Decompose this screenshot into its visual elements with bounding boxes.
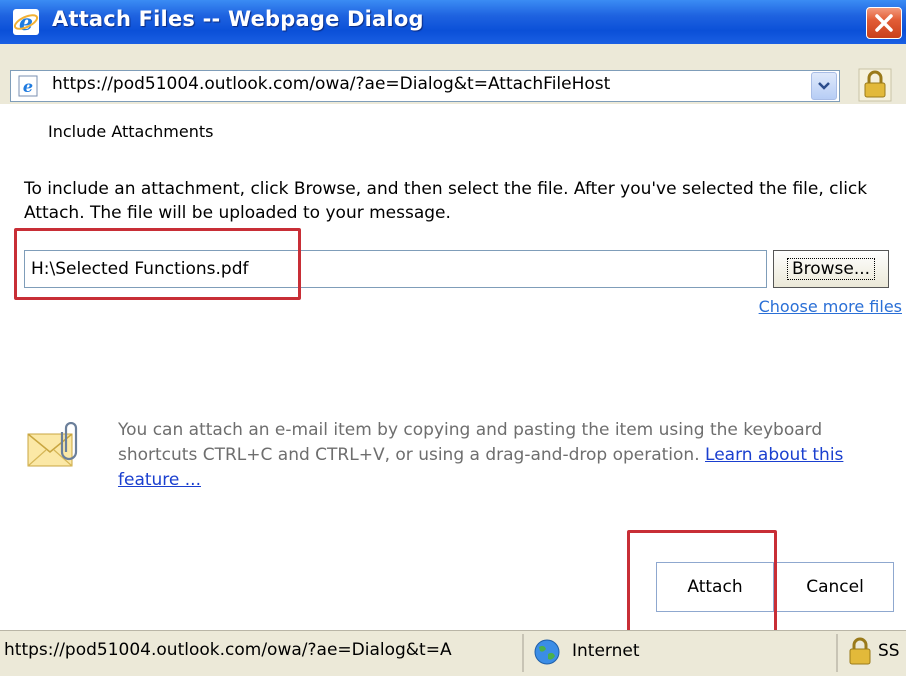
status-divider <box>522 634 524 672</box>
close-button[interactable] <box>866 7 902 39</box>
drag-drop-note: You can attach an e-mail item by copying… <box>118 418 903 493</box>
svg-text:e: e <box>19 10 33 36</box>
status-url: https://pod51004.outlook.com/owa/?ae=Dia… <box>4 640 452 660</box>
choose-more-files-link[interactable]: Choose more files <box>759 297 902 316</box>
close-icon <box>875 14 893 32</box>
dialog-heading: Include Attachments <box>48 122 214 141</box>
envelope-paperclip-icon <box>27 422 78 467</box>
padlock-icon[interactable] <box>858 68 892 102</box>
svg-text:e: e <box>23 77 33 96</box>
globe-icon <box>534 639 560 665</box>
address-url: https://pod51004.outlook.com/owa/?ae=Dia… <box>52 74 611 94</box>
browse-label: Browse... <box>786 258 876 280</box>
address-dropdown-button[interactable] <box>811 72 837 100</box>
window-title: Attach Files -- Webpage Dialog <box>52 7 424 31</box>
ie-logo-icon: e <box>13 9 39 36</box>
security-zone-label: Internet <box>572 641 640 661</box>
padlock-icon <box>849 637 871 665</box>
instructions-text: To include an attachment, click Browse, … <box>24 179 868 223</box>
browse-button[interactable]: Browse... <box>773 250 889 288</box>
status-divider <box>836 634 838 672</box>
highlight-file-field <box>14 228 301 300</box>
cancel-button[interactable]: Cancel <box>776 562 894 612</box>
ssl-label: SS <box>878 641 900 661</box>
ie-page-icon: e <box>18 75 38 97</box>
chevron-down-icon <box>818 82 830 90</box>
